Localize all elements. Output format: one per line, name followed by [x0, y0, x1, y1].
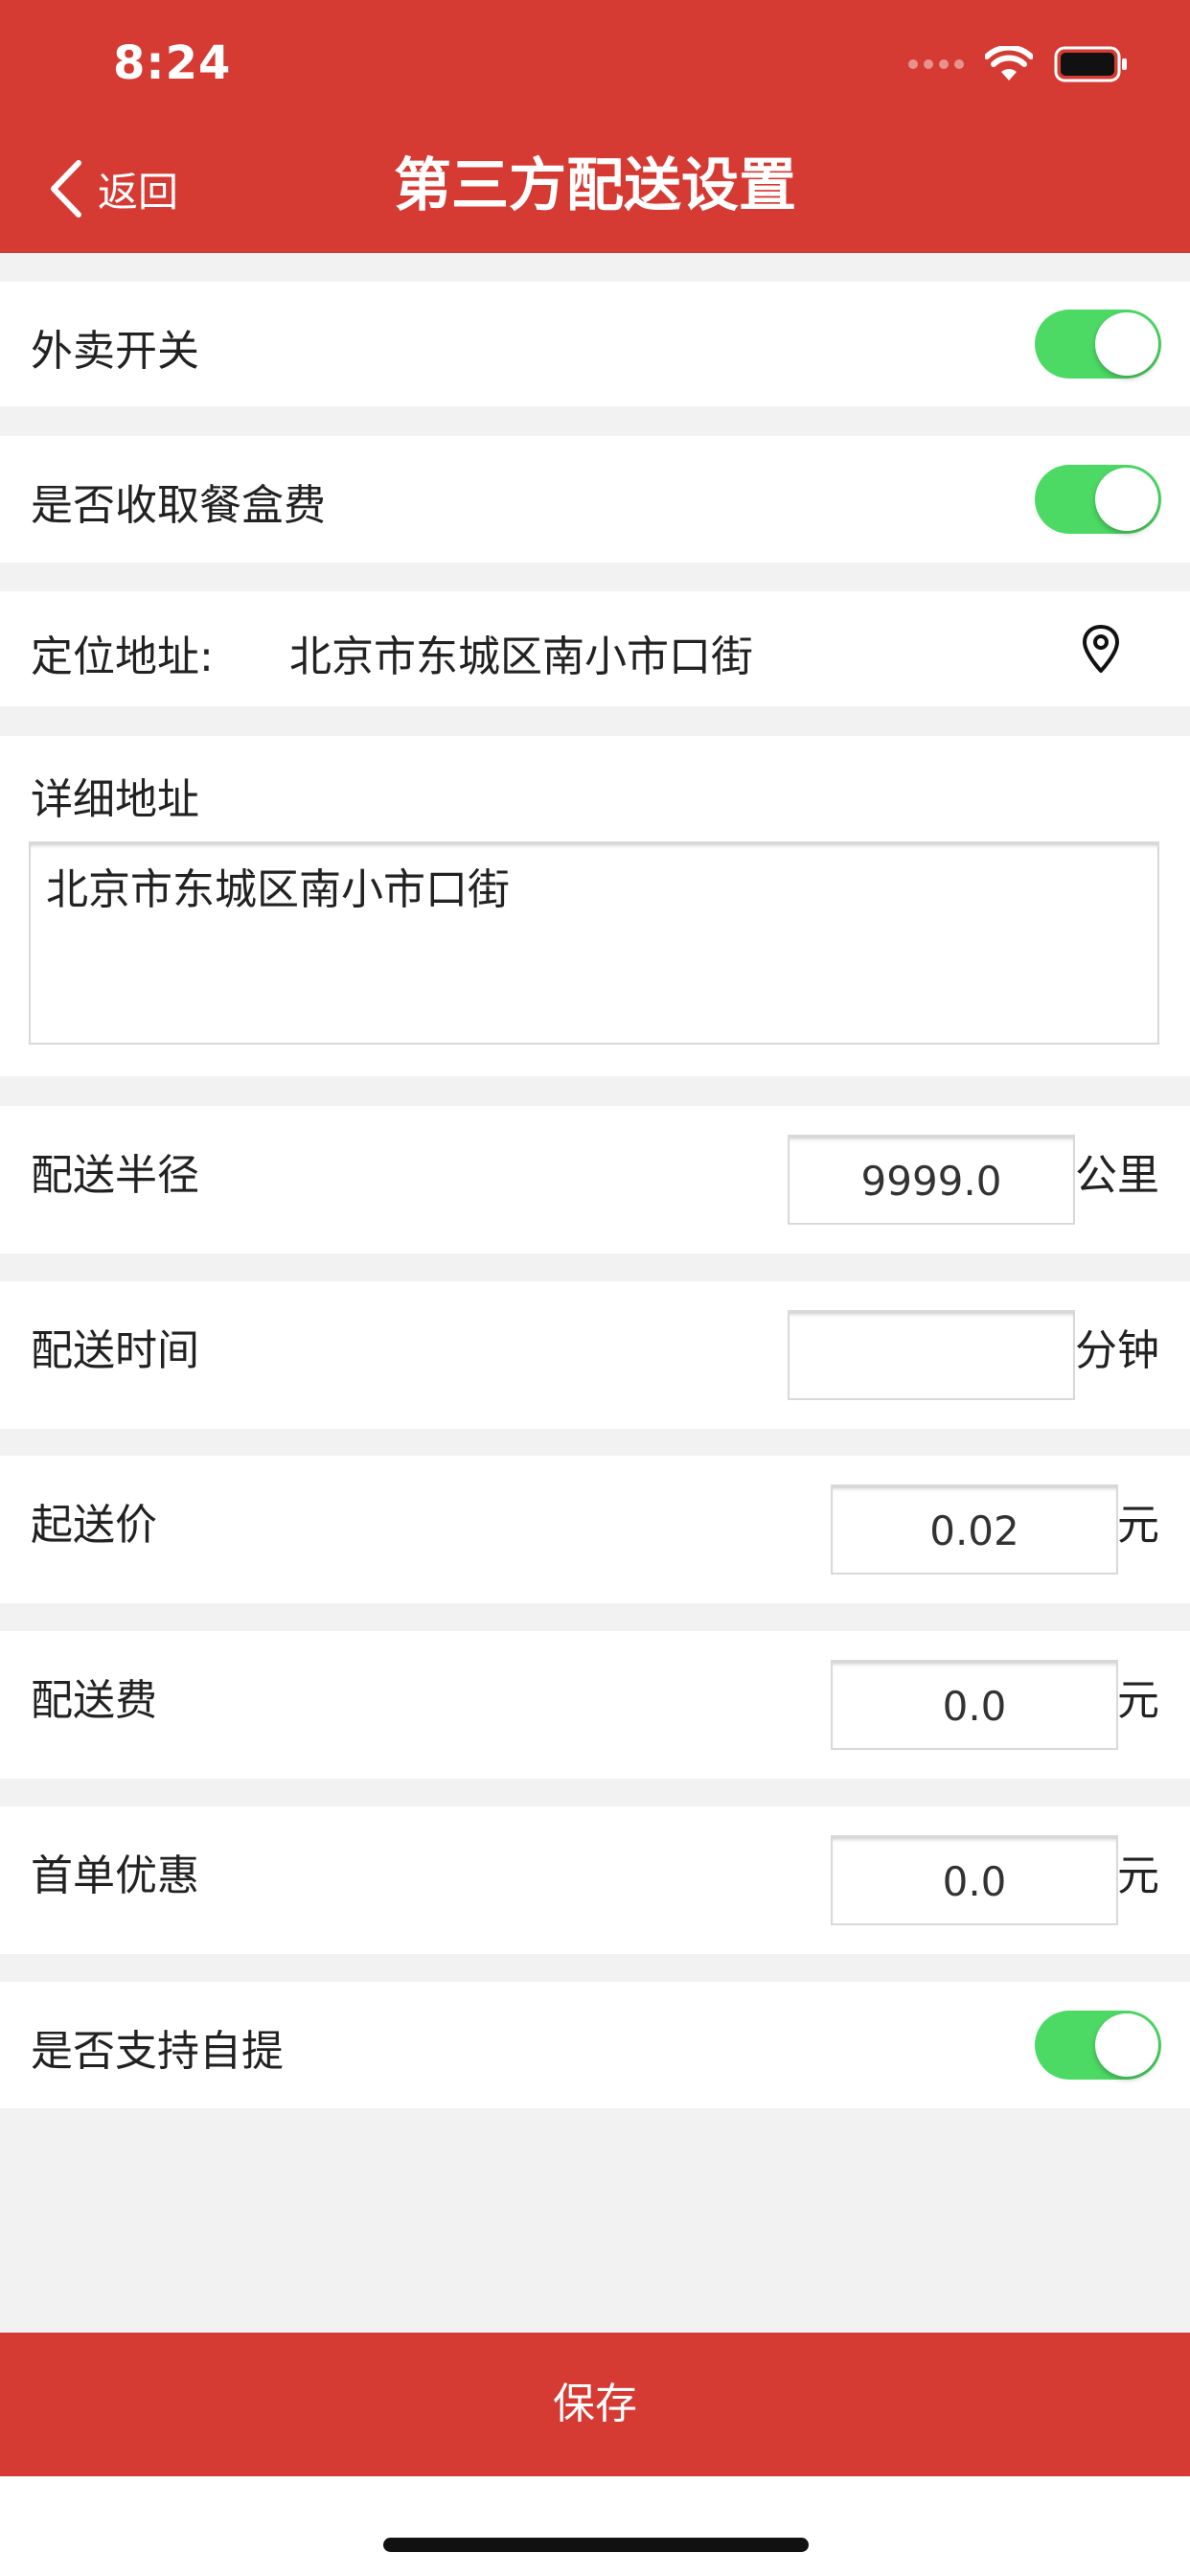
detail-address-row: 详细地址 北京市东城区南小市口街: [0, 736, 1190, 1076]
delivery-radius-input[interactable]: 9999.0: [788, 1135, 1075, 1225]
cellular-signal-icon: [908, 59, 964, 69]
location-label: 定位地址:: [31, 632, 214, 681]
toggle-knob: [1095, 312, 1158, 376]
first-order-discount-label: 首单优惠: [31, 1852, 199, 1900]
delivery-radius-row: 配送半径 9999.0 公里: [0, 1106, 1190, 1254]
toggle-knob: [1095, 2013, 1158, 2077]
min-order-label: 起送价: [31, 1501, 157, 1550]
takeout-switch-label: 外卖开关: [31, 327, 199, 376]
delivery-time-label: 配送时间: [31, 1326, 199, 1375]
wifi-icon: [985, 46, 1033, 80]
box-fee-toggle[interactable]: [1035, 465, 1161, 534]
takeout-toggle[interactable]: [1035, 310, 1161, 379]
nav-header: 8:24 返回 第三方配送设置: [0, 0, 1190, 253]
home-indicator-area: [0, 2476, 1190, 2576]
delivery-fee-label: 配送费: [31, 1676, 157, 1725]
first-order-discount-unit: 元: [1117, 1852, 1159, 1900]
min-order-input[interactable]: 0.02: [831, 1484, 1118, 1575]
delivery-time-unit: 分钟: [1075, 1326, 1159, 1375]
page-title: 第三方配送设置: [394, 152, 796, 219]
status-icons: [908, 44, 1129, 84]
delivery-time-input[interactable]: [788, 1310, 1075, 1400]
first-order-discount-input[interactable]: 0.0: [831, 1835, 1118, 1925]
box-fee-switch-label: 是否收取餐盒费: [31, 481, 326, 530]
delivery-fee-row: 配送费 0.0 元: [0, 1631, 1190, 1779]
delivery-fee-input[interactable]: 0.0: [831, 1660, 1118, 1750]
detail-address-textarea[interactable]: 北京市东城区南小市口街: [29, 841, 1159, 1045]
self-pickup-switch-row: 是否支持自提: [0, 1982, 1190, 2108]
location-pin-icon[interactable]: [1079, 623, 1123, 675]
self-pickup-toggle[interactable]: [1035, 2011, 1161, 2080]
min-order-unit: 元: [1117, 1501, 1159, 1550]
detail-address-label: 详细地址: [31, 775, 199, 824]
takeout-switch-row: 外卖开关: [0, 282, 1190, 406]
min-order-row: 起送价 0.02 元: [0, 1456, 1190, 1603]
location-value: 北京市东城区南小市口街: [289, 632, 753, 681]
delivery-radius-label: 配送半径: [31, 1151, 199, 1200]
status-time: 8:24: [113, 36, 232, 90]
toggle-knob: [1095, 468, 1158, 531]
delivery-radius-unit: 公里: [1075, 1151, 1159, 1200]
battery-icon: [1054, 46, 1127, 82]
home-indicator[interactable]: [383, 2538, 809, 2552]
self-pickup-switch-label: 是否支持自提: [31, 2027, 284, 2076]
delivery-fee-unit: 元: [1117, 1676, 1159, 1725]
box-fee-switch-row: 是否收取餐盒费: [0, 436, 1190, 563]
save-button[interactable]: 保存: [0, 2333, 1190, 2476]
delivery-time-row: 配送时间 分钟: [0, 1281, 1190, 1429]
first-order-discount-row: 首单优惠 0.0 元: [0, 1806, 1190, 1954]
location-row[interactable]: 定位地址: 北京市东城区南小市口街: [0, 591, 1190, 706]
